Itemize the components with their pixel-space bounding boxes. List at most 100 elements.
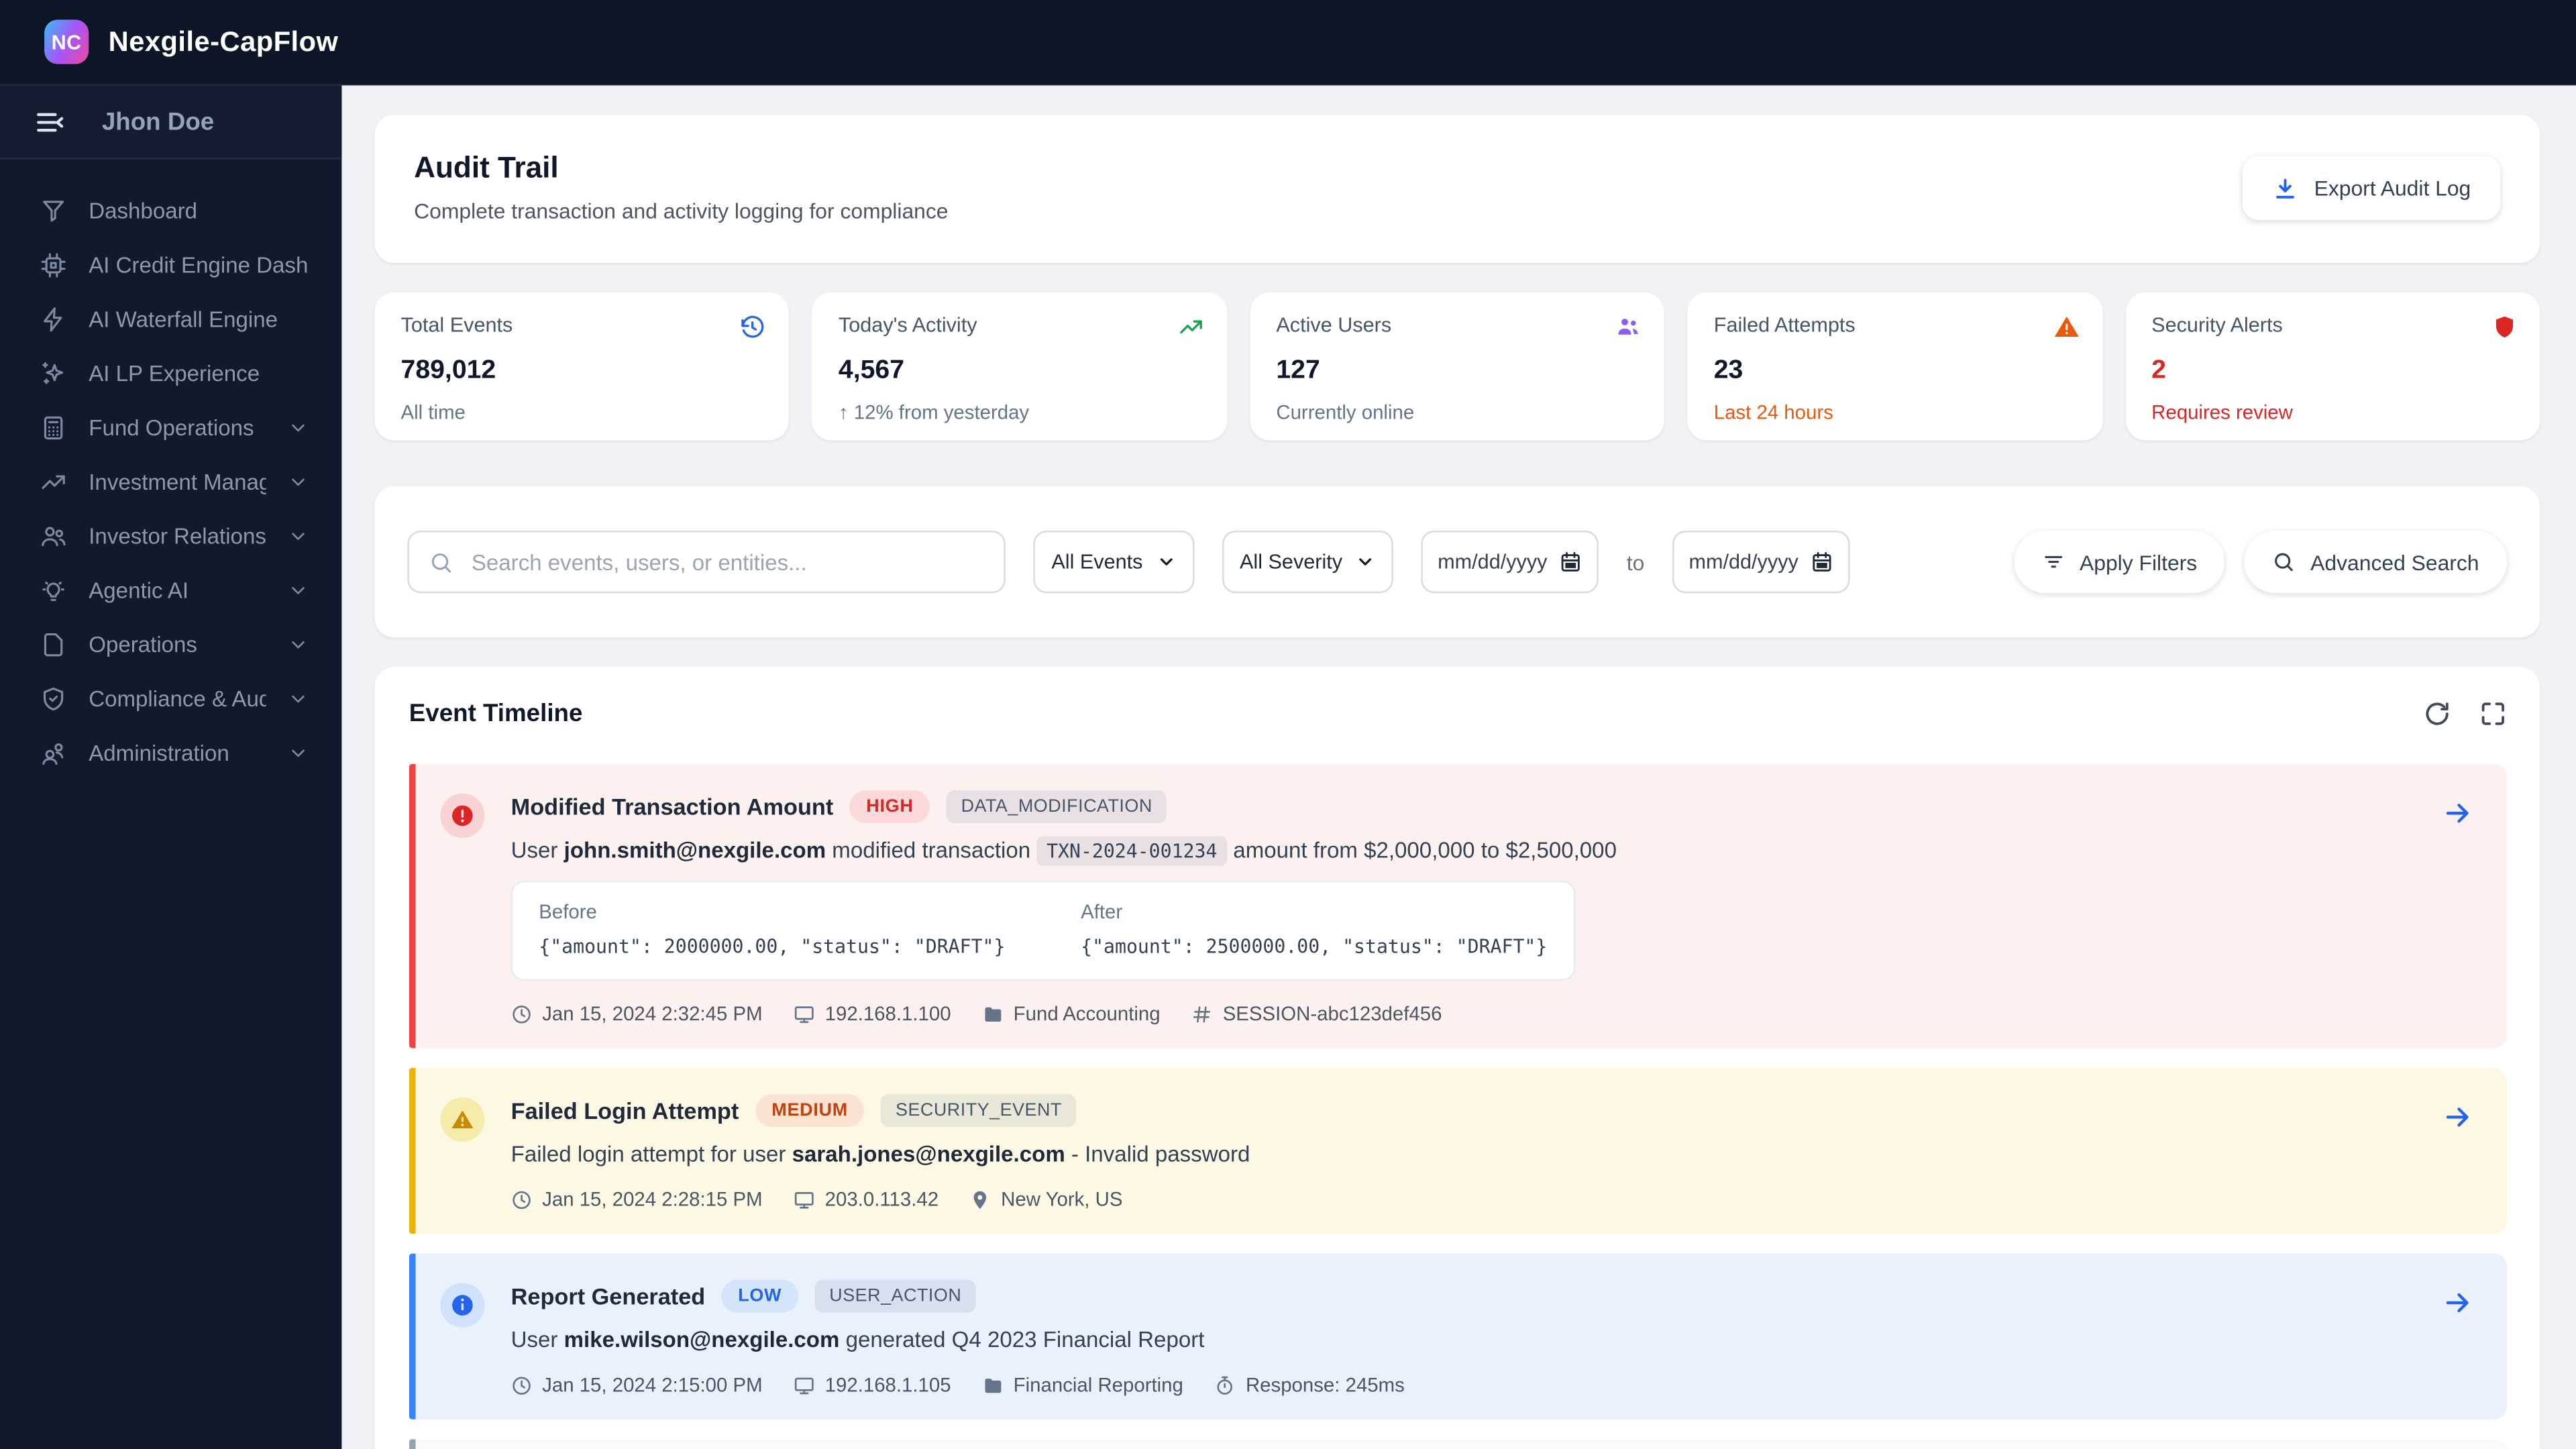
clock-icon [511, 1189, 533, 1210]
apply-filters-button[interactable]: Apply Filters [2014, 531, 2225, 594]
stat-sub: Last 24 hours [1713, 400, 1833, 424]
sidebar-user-name: Jhon Doe [101, 107, 215, 136]
event-type-select[interactable]: All Events [1033, 531, 1194, 594]
stat-sub: All time [400, 400, 466, 424]
filter-actions: Apply Filters Advanced Search [2014, 531, 2508, 594]
event-description: User mike.wilson@nexgile.com generated Q… [511, 1327, 1205, 1352]
sidebar: Jhon Doe Dashboard AI Credit Engine Dash… [0, 85, 342, 1449]
transaction-id-chip: TXN-2024-001234 [1036, 836, 1228, 866]
alert-triangle-icon [2053, 314, 2079, 340]
export-audit-log-button[interactable]: Export Audit Log [2241, 156, 2501, 221]
app-title: Nexgile-CapFlow [108, 25, 339, 57]
after-label: After [1081, 900, 1123, 924]
folder-icon [982, 1003, 1004, 1024]
date-from-input[interactable]: mm/dd/yyyy [1421, 531, 1599, 594]
sidebar-item-ai-waterfall-engine[interactable]: AI Waterfall Engine [0, 292, 341, 347]
sidebar-item-administration[interactable]: Administration [0, 726, 341, 780]
folder-icon [982, 1375, 1004, 1396]
clock-icon [511, 1375, 533, 1396]
chevron-down-icon [288, 634, 309, 655]
search-input[interactable] [468, 547, 984, 576]
date-to-input[interactable]: mm/dd/yyyy [1672, 531, 1850, 594]
refresh-icon[interactable] [2423, 700, 2451, 728]
sidebar-collapse-icon[interactable] [34, 106, 66, 138]
event-type-badge: DATA_MODIFICATION [946, 790, 1167, 823]
filter-bar: All Events All Severity mm/dd/yyyy to mm… [374, 486, 2540, 638]
calendar-icon[interactable] [1559, 550, 1582, 573]
stats-row: Total Events 789,012 All time Today's Ac… [374, 292, 2540, 441]
monitor-icon [794, 1189, 815, 1210]
arrow-right-icon[interactable] [2443, 798, 2473, 828]
chevron-down-icon [288, 688, 309, 710]
chevron-down-icon [288, 743, 309, 764]
stat-label: Failed Attempts [1713, 313, 1856, 337]
stat-value: 23 [1713, 356, 1743, 385]
event-module: Financial Reporting [982, 1373, 1183, 1397]
sidebar-item-agentic-ai[interactable]: Agentic AI [0, 564, 341, 618]
severity-select[interactable]: All Severity [1222, 531, 1394, 594]
search-icon [2273, 550, 2296, 573]
people-icon [40, 739, 68, 767]
page-subtitle: Complete transaction and activity loggin… [414, 199, 949, 224]
sidebar-nav: Dashboard AI Credit Engine Dash... AI Wa… [0, 160, 341, 781]
event-session-id: SESSION-abc123def456 [1191, 1002, 1442, 1025]
filter-lines-icon [2042, 550, 2065, 573]
sidebar-item-operations[interactable]: Operations [0, 618, 341, 672]
cpu-icon [40, 252, 68, 280]
stat-card-failed-attempts: Failed Attempts 23 Last 24 hours [1687, 292, 2102, 441]
event-card-report-generated[interactable]: Report Generated LOW USER_ACTION User mi… [409, 1253, 2508, 1419]
main-content: Audit Trail Complete transaction and act… [341, 85, 2576, 1449]
maximize-icon[interactable] [2479, 700, 2508, 728]
event-ip-address: 203.0.113.42 [794, 1188, 938, 1211]
trending-up-icon [1177, 314, 1203, 340]
sidebar-item-compliance-audit[interactable]: Compliance & Audit [0, 672, 341, 727]
arrow-right-icon[interactable] [2443, 1288, 2473, 1318]
trending-up-icon [40, 468, 68, 496]
chevron-down-icon [288, 472, 309, 493]
event-ip-address: 192.168.1.105 [794, 1373, 951, 1397]
sidebar-item-fund-operations[interactable]: Fund Operations [0, 401, 341, 455]
stat-value: 127 [1276, 356, 1320, 385]
event-card-modified-transaction[interactable]: Modified Transaction Amount HIGH DATA_MO… [409, 763, 2508, 1049]
shield-icon [2492, 314, 2517, 340]
search-icon [429, 549, 453, 574]
calendar-icon[interactable] [1811, 550, 1833, 573]
event-description: Failed login attempt for user sarah.jone… [511, 1142, 1250, 1167]
monitor-icon [794, 1003, 815, 1024]
event-meta-row: Jan 15, 2024 2:28:15 PM 203.0.113.42 New… [511, 1188, 2442, 1211]
event-meta-row: Jan 15, 2024 2:15:00 PM 192.168.1.105 Fi… [511, 1373, 2442, 1397]
calculator-icon [40, 414, 68, 442]
severity-badge: LOW [721, 1279, 798, 1313]
severity-badge: HIGH [849, 790, 930, 823]
search-field [407, 531, 1006, 594]
timeline-header: Event Timeline [409, 700, 2507, 728]
shield-check-icon [40, 685, 68, 713]
before-value: {"amount": 2000000.00, "status": "DRAFT"… [539, 934, 1006, 958]
warning-triangle-icon [440, 1097, 485, 1142]
event-card-failed-login[interactable]: Failed Login Attempt MEDIUM SECURITY_EVE… [409, 1067, 2508, 1234]
after-value: {"amount": 2500000.00, "status": "DRAFT"… [1081, 934, 1548, 958]
timeline-title: Event Timeline [409, 700, 583, 728]
event-timestamp: Jan 15, 2024 2:32:45 PM [511, 1002, 763, 1025]
stat-label: Total Events [400, 313, 513, 337]
stat-label: Active Users [1276, 313, 1392, 337]
lightbulb-icon [40, 577, 68, 605]
file-icon [40, 631, 68, 659]
event-title: Report Generated [511, 1283, 706, 1309]
sidebar-item-investment-management[interactable]: Investment Manage... [0, 455, 341, 509]
sidebar-item-ai-credit-engine[interactable]: AI Credit Engine Dash... [0, 238, 341, 292]
arrow-right-icon[interactable] [2443, 1102, 2473, 1132]
severity-badge: MEDIUM [755, 1094, 865, 1128]
advanced-search-button[interactable]: Advanced Search [2245, 531, 2508, 594]
event-card-partial[interactable] [409, 1439, 2508, 1449]
sidebar-item-ai-lp-experience[interactable]: AI LP Experience [0, 347, 341, 401]
monitor-icon [794, 1375, 815, 1396]
event-title: Failed Login Attempt [511, 1097, 739, 1124]
sidebar-item-dashboard[interactable]: Dashboard [0, 184, 341, 238]
stat-card-active-users: Active Users 127 Currently online [1250, 292, 1665, 441]
event-meta-row: Jan 15, 2024 2:32:45 PM 192.168.1.100 Fu… [511, 1002, 2442, 1025]
stat-label: Today's Activity [838, 313, 977, 337]
event-timestamp: Jan 15, 2024 2:28:15 PM [511, 1188, 763, 1211]
sidebar-item-investor-relations[interactable]: Investor Relations [0, 509, 341, 564]
audit-trail-page: NC Nexgile-CapFlow Jhon Doe Dashboard AI… [0, 0, 2576, 1449]
